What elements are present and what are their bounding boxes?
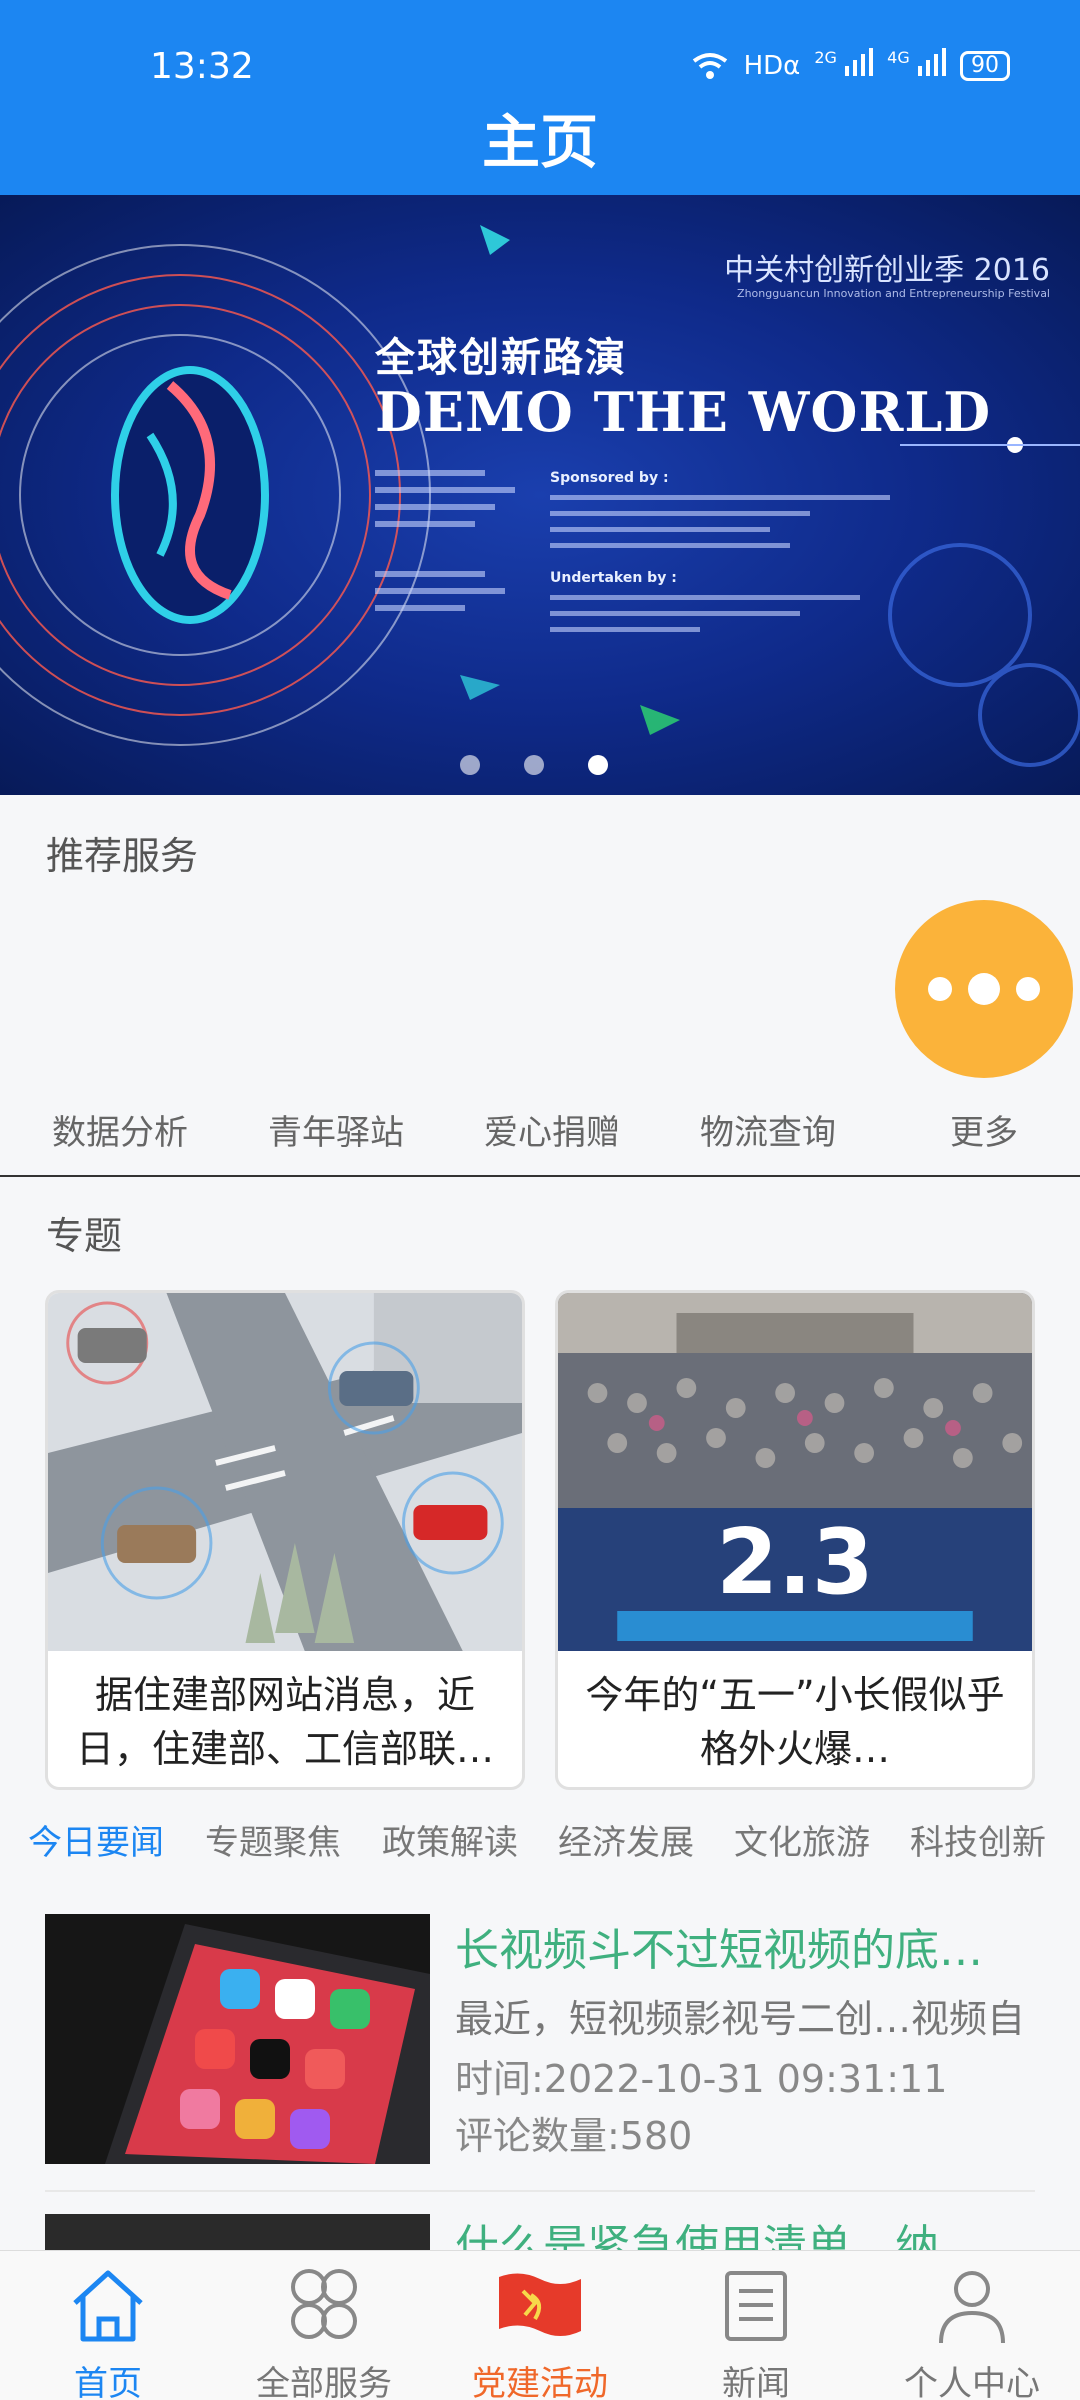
- home-icon: [73, 2270, 143, 2342]
- nav-label: 全部服务: [256, 2364, 392, 2400]
- person-icon: [939, 2271, 1005, 2344]
- recommended-services: 推荐服务 数据分析 青年驿站 爱心捐赠 物流查询 更多: [0, 795, 1080, 1175]
- section-divider: [0, 1175, 1080, 1177]
- banner-undertaken-title: Undertaken by :: [550, 570, 677, 586]
- battery-icon: 90: [960, 50, 1010, 81]
- news-title[interactable]: 长视频斗不过短视频的底…: [455, 1914, 983, 1978]
- page-title: 主页: [481, 108, 598, 176]
- nav-label: 党建活动: [472, 2364, 608, 2400]
- status-time: 13:32: [150, 46, 254, 87]
- topics-title: 专题: [46, 1214, 123, 1258]
- banner-dot[interactable]: [460, 755, 480, 775]
- newspaper-icon: [725, 2271, 787, 2341]
- signal-4g-icon: 4G: [887, 48, 946, 83]
- banner-event-subtitle: Zhongguancun Innovation and Entrepreneur…: [737, 287, 1050, 300]
- service-donation[interactable]: 爱心捐赠: [452, 1105, 652, 1154]
- news-divider: [45, 2190, 1035, 2192]
- svg-text:2.3: 2.3: [716, 1510, 873, 1615]
- service-data-analysis[interactable]: 数据分析: [20, 1105, 220, 1154]
- header: 13:32 HDα 2G 4G 90 主页: [0, 0, 1080, 195]
- app-root: 13:32 HDα 2G 4G 90 主页 中关村创新创业季 2016 Zhon…: [0, 0, 1080, 2400]
- nav-party-activities[interactable]: 党建活动: [432, 2251, 648, 2400]
- status-bar: 13:32 HDα 2G 4G 90: [0, 42, 1080, 92]
- service-youth-station[interactable]: 青年驿站: [236, 1105, 436, 1154]
- news-thumbnail: [45, 2214, 430, 2250]
- topic-card-tourism[interactable]: 2.3 今年的“五一”小长假似乎格外火爆…: [555, 1290, 1035, 1790]
- more-options-fab[interactable]: [895, 900, 1073, 1078]
- nav-all-services[interactable]: 全部服务: [216, 2251, 432, 2400]
- nav-label: 首页: [74, 2364, 142, 2400]
- nav-profile[interactable]: 个人中心: [864, 2251, 1080, 2400]
- tourism-crowd-image: 2.3: [558, 1293, 1032, 1651]
- tab-economy[interactable]: 经济发展: [558, 1815, 694, 1864]
- bottom-navigation: 首页 全部服务 党建活动 新闻 个人中心: [0, 2250, 1080, 2400]
- topic-card-traffic[interactable]: 据住建部网站消息，近日，住建部、工信部联…: [45, 1290, 525, 1790]
- signal-2g-icon: 2G: [814, 48, 874, 83]
- banner-dot-active[interactable]: [588, 755, 608, 775]
- banner-event-title: 中关村创新创业季 2016: [724, 253, 1050, 288]
- smart-traffic-image: [48, 1293, 522, 1651]
- banner-sponsor-title: Sponsored by :: [550, 470, 669, 486]
- topic-caption: 今年的“五一”小长假似乎格外火爆…: [585, 1673, 1005, 1771]
- more-dot-icon: [928, 977, 952, 1001]
- tab-today-news[interactable]: 今日要闻: [28, 1815, 164, 1864]
- news-item[interactable]: 什么是紧急使用清单，纳: [0, 2210, 1080, 2250]
- nav-label: 新闻: [722, 2364, 790, 2400]
- nav-home[interactable]: 首页: [0, 2251, 216, 2400]
- banner-headline: 全球创新路演: [375, 335, 627, 381]
- party-flag-icon: [499, 2273, 581, 2336]
- wifi-icon: [692, 52, 727, 79]
- service-more[interactable]: 更多: [884, 1105, 1080, 1154]
- banner-pagination: [460, 755, 608, 775]
- news-tabs: 今日要闻 专题聚焦 政策解读 经济发展 文化旅游 科技创新: [0, 1815, 1080, 1875]
- banner-dot[interactable]: [524, 755, 544, 775]
- news-comment-count: 评论数量:580: [455, 2114, 693, 2158]
- news-thumbnail: [45, 1914, 430, 2164]
- grid-icon: [291, 2269, 357, 2339]
- more-dot-icon: [968, 973, 1000, 1005]
- status-icons: HDα 2G 4G 90: [690, 48, 1010, 83]
- banner-main-text: DEMO THE WORLD: [375, 380, 992, 444]
- nav-news[interactable]: 新闻: [648, 2251, 864, 2400]
- more-dot-icon: [1016, 977, 1040, 1001]
- network-type: HDα: [743, 50, 801, 81]
- tab-culture-tourism[interactable]: 文化旅游: [734, 1815, 870, 1864]
- tab-topic-focus[interactable]: 专题聚焦: [205, 1815, 341, 1864]
- news-summary: 最近，短视频影视号二创…视频自: [455, 1997, 1026, 2041]
- services-row: 数据分析 青年驿站 爱心捐赠 物流查询 更多: [0, 1105, 1080, 1165]
- banner-carousel[interactable]: 中关村创新创业季 2016 Zhongguancun Innovation an…: [0, 195, 1080, 795]
- service-logistics[interactable]: 物流查询: [668, 1105, 868, 1154]
- tab-technology[interactable]: 科技创新: [910, 1815, 1046, 1864]
- news-title[interactable]: 什么是紧急使用清单，纳: [455, 2210, 939, 2250]
- tab-policy[interactable]: 政策解读: [382, 1815, 518, 1864]
- news-time: 时间:2022-10-31 09:31:11: [455, 2057, 948, 2101]
- recommended-title: 推荐服务: [46, 834, 199, 878]
- nav-label: 个人中心: [904, 2364, 1040, 2400]
- topic-caption: 据住建部网站消息，近日，住建部、工信部联…: [75, 1673, 494, 1771]
